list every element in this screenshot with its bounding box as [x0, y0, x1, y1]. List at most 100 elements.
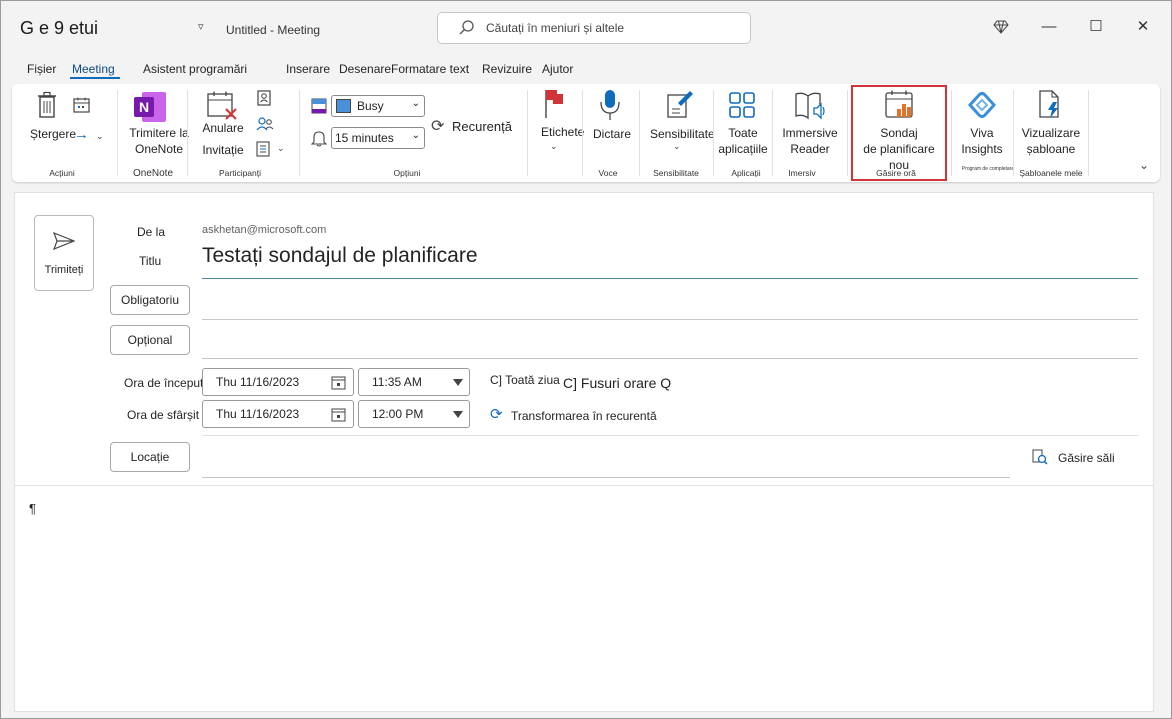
- ribbon-separator: [582, 90, 583, 176]
- premium-button[interactable]: [990, 16, 1012, 38]
- group-label-sensitivity: Sensibilitate: [653, 168, 699, 178]
- immersive-reader-button[interactable]: Immersive Reader: [778, 125, 842, 157]
- ribbon-separator: [639, 90, 640, 176]
- ribbon-separator: [1088, 90, 1089, 176]
- group-label-options: Opțiuni: [393, 168, 421, 178]
- make-recurring-button[interactable]: Transformarea în recurentă: [511, 409, 657, 423]
- view-templates-icon: [1039, 90, 1059, 118]
- tab-scheduling-assistant[interactable]: Asistent programări: [143, 62, 247, 76]
- required-field-line[interactable]: [202, 319, 1138, 320]
- send-to-onenote-label-1: Trimitere la: [129, 126, 189, 140]
- group-label-templates: Șabloanele mele: [1019, 168, 1083, 178]
- tab-insert[interactable]: Inserare: [286, 62, 330, 76]
- cancel-label-1: Anulare: [202, 121, 244, 135]
- tags-button[interactable]: Etichete: [541, 124, 584, 140]
- quick-access-dropdown[interactable]: ▿: [198, 20, 204, 33]
- group-label-onenote: OneNote: [132, 168, 174, 179]
- immersive-reader-icon: [795, 92, 825, 120]
- chevron-down-icon[interactable]: ⌄: [277, 143, 285, 154]
- ribbon-separator: [187, 90, 188, 176]
- title-input[interactable]: Testați sondajul de planificare: [202, 244, 478, 268]
- calendar-small-icon[interactable]: [73, 97, 91, 113]
- maximize-button[interactable]: ☐: [1085, 16, 1107, 38]
- flag-icon: [545, 90, 563, 118]
- check-names-icon[interactable]: [256, 116, 274, 132]
- group-label-apps: Aplicații: [731, 168, 761, 178]
- show-as-value: Busy: [357, 99, 384, 113]
- start-date-value: Thu 11/16/2023: [216, 375, 300, 389]
- all-day-checkbox[interactable]: C] Toată ziua: [490, 373, 560, 387]
- group-label-voice: Voce: [598, 168, 618, 178]
- tab-review[interactable]: Revizuire: [482, 62, 532, 76]
- optional-field-line[interactable]: [202, 358, 1138, 359]
- show-as-dropdown[interactable]: Busy ⌄: [331, 95, 425, 117]
- dictate-button[interactable]: Dictare: [593, 126, 631, 142]
- time-zones-button[interactable]: C] Fusuri orare Q: [563, 375, 671, 391]
- chevron-down-icon: ⌄: [411, 130, 420, 141]
- send-to-onenote-button[interactable]: Trimitere la OneNote: [126, 125, 192, 157]
- viva-label-1: Viva: [970, 126, 994, 140]
- from-value: askhetan@microsoft.com: [202, 224, 327, 236]
- active-tab-indicator: [70, 77, 120, 79]
- ribbon-separator: [1013, 90, 1014, 176]
- tab-format-text[interactable]: Formatare text: [391, 62, 469, 76]
- all-apps-button[interactable]: Toate aplicațiile: [714, 125, 772, 157]
- send-button[interactable]: Trimiteți: [34, 215, 94, 291]
- location-button[interactable]: Locație: [110, 442, 190, 472]
- chevron-down-icon[interactable]: ⌄: [96, 131, 104, 142]
- ribbon-expand-icon[interactable]: ⌄: [1139, 158, 1149, 172]
- delete-button[interactable]: Ștergere: [30, 126, 76, 142]
- message-body[interactable]: [14, 490, 1154, 710]
- start-date-picker[interactable]: Thu 11/16/2023: [202, 368, 354, 396]
- forward-icon[interactable]: →: [74, 126, 89, 143]
- title-underline: [202, 278, 1138, 279]
- response-options-icon[interactable]: [256, 141, 272, 157]
- end-time-label: Ora de sfârșit: [127, 408, 200, 422]
- view-templates-button[interactable]: Vizualizare șabloane: [1018, 125, 1084, 157]
- end-time-value: 12:00 PM: [372, 407, 424, 421]
- tab-meeting[interactable]: Meeting: [72, 62, 115, 76]
- optional-attendees-button[interactable]: Opțional: [110, 325, 190, 355]
- show-as-icon: [311, 98, 327, 114]
- bell-icon: [311, 131, 327, 147]
- sensitivity-icon: [667, 91, 693, 118]
- all-apps-icon: [729, 92, 755, 118]
- dropdown-arrow-icon: [453, 411, 463, 418]
- search-icon: [459, 20, 474, 35]
- minimize-button[interactable]: —: [1038, 16, 1060, 38]
- group-label-immersive: Imersiv: [788, 168, 816, 178]
- busy-color-swatch: [336, 99, 351, 113]
- tab-help[interactable]: Ajutor: [542, 62, 573, 76]
- sensitivity-button[interactable]: Sensibilitate: [650, 126, 715, 142]
- start-time-label: Ora de început: [124, 376, 204, 390]
- recurrence-button[interactable]: Recurență: [452, 119, 512, 134]
- search-input[interactable]: Căutați în meniuri și altele: [437, 12, 751, 44]
- reminder-dropdown[interactable]: 15 minutes ⌄: [331, 127, 425, 149]
- chevron-down-icon[interactable]: ⌄: [673, 141, 681, 152]
- start-time-dropdown[interactable]: 11:35 AM: [358, 368, 470, 396]
- close-button[interactable]: ✕: [1132, 16, 1154, 38]
- immersive-label-1: Immersive: [782, 126, 838, 140]
- location-field-line[interactable]: [202, 477, 1010, 478]
- recurring-icon: ⟳: [490, 406, 503, 423]
- send-to-onenote-label-2: OneNote: [134, 142, 184, 156]
- ribbon-separator: [951, 90, 952, 176]
- title-label: Titlu: [139, 254, 162, 268]
- viva-label-2: Insights: [961, 142, 1003, 156]
- find-rooms-button[interactable]: Găsire săli: [1058, 451, 1115, 465]
- room-finder-icon: [1032, 449, 1048, 465]
- chevron-down-icon[interactable]: ⌄: [550, 141, 558, 152]
- viva-insights-button[interactable]: Viva Insights: [955, 125, 1009, 157]
- cancel-invitation-icon: [207, 91, 237, 120]
- end-time-dropdown[interactable]: 12:00 PM: [358, 400, 470, 428]
- cancel-invitation-button[interactable]: Anulare Invitație: [198, 120, 248, 158]
- end-date-picker[interactable]: Thu 11/16/2023: [202, 400, 354, 428]
- immersive-label-2: Reader: [790, 142, 830, 156]
- send-icon: [53, 232, 75, 250]
- required-attendees-button[interactable]: Obligatoriu: [110, 285, 190, 315]
- tab-draw[interactable]: Desenare: [339, 62, 391, 76]
- divider: [202, 435, 1138, 436]
- tab-file[interactable]: Fișier: [27, 62, 56, 76]
- address-book-icon[interactable]: [257, 90, 271, 106]
- viva-insights-icon: [967, 92, 997, 118]
